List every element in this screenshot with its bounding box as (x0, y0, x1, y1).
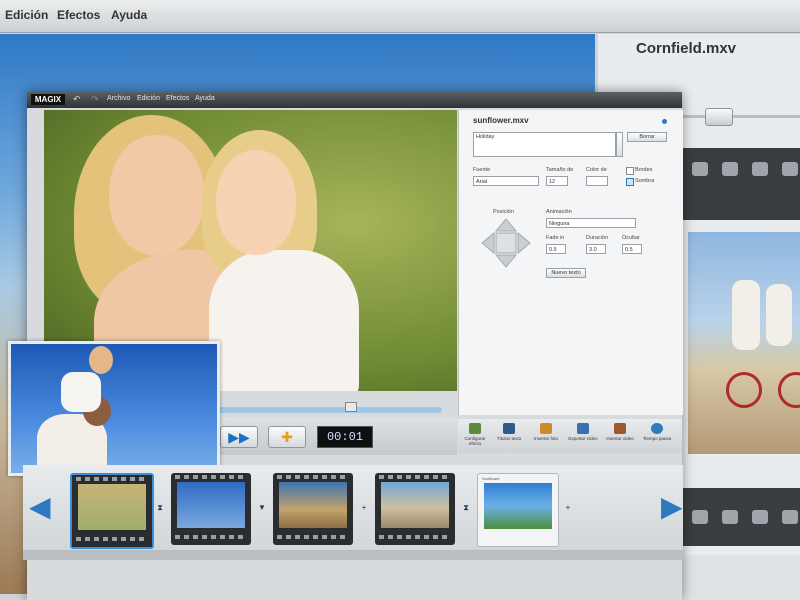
fast-forward-icon: ▶▶ (228, 429, 250, 445)
timeline-prev-arrow[interactable]: ◀ (29, 485, 51, 529)
title-editor-panel: sunflower.mxv Holiday Borrar Fuente Aria… (458, 110, 683, 415)
title-bar: MAGIX ↶ ↷ Archivo Edición Efectos Ayuda (27, 92, 682, 108)
timeline-clip-1[interactable] (70, 473, 154, 549)
magix-logo: MAGIX (31, 94, 65, 105)
background-filmstrip-bottom (680, 488, 800, 546)
timeline-strip: ◀ ⧗ ▼ + ⧗ Sunflower + ▶ (23, 465, 683, 560)
tool-insert-video[interactable]: Insertar vídeo (605, 423, 635, 441)
menu-edicion-main[interactable]: Edición (137, 95, 160, 102)
color-label: Color de (586, 167, 607, 173)
position-label: Posición (493, 209, 514, 215)
scissors-icon: ✚ (281, 429, 293, 445)
timeline-clip-2[interactable] (171, 473, 251, 545)
text-icon (503, 423, 515, 434)
cut-button[interactable]: ✚ (268, 426, 306, 448)
overlay-photo (8, 341, 220, 476)
font-label: Fuente (473, 167, 491, 173)
background-menubar: Edición Efectos Ayuda (0, 0, 800, 33)
fade-in-label: Fade in (546, 235, 565, 241)
tool-titles[interactable]: Títulos texto (494, 423, 524, 441)
border-label: Bordes (635, 167, 653, 173)
transition-icon-2[interactable]: ▼ (257, 503, 267, 513)
border-checkbox[interactable] (626, 167, 634, 175)
hide-input[interactable]: 0.5 (622, 244, 642, 254)
text-scroll-bar[interactable] (616, 132, 623, 157)
background-file-title: Cornfield.mxv (636, 40, 737, 57)
tool-row: Configurar efecto Títulos texto Insertar… (458, 419, 682, 453)
animation-select[interactable]: Ninguna (546, 218, 636, 228)
timeline-clip-5[interactable]: Sunflower (477, 473, 559, 547)
video-icon (614, 423, 626, 434)
duration-label: Duración (586, 235, 609, 241)
hide-label: Ocultar (622, 235, 640, 241)
playback-progress-knob[interactable] (345, 402, 357, 412)
shadow-label: Sombra (635, 178, 655, 184)
new-text-button[interactable]: Nuevo texto (546, 268, 586, 278)
transition-icon-3[interactable]: + (359, 503, 369, 513)
shadow-checkbox[interactable] (626, 178, 634, 186)
timeline-clip-4[interactable] (375, 473, 455, 545)
background-cyclists-photo (688, 232, 800, 454)
background-filmstrip-top (680, 148, 800, 220)
size-input[interactable]: 12 (546, 176, 568, 186)
font-select[interactable]: Arial (473, 176, 539, 186)
status-dot-icon (662, 119, 667, 124)
clock-icon (651, 423, 663, 434)
delete-button[interactable]: Borrar (627, 132, 667, 142)
animation-label: Animación (546, 209, 572, 215)
background-bottom-strip (680, 555, 800, 600)
fast-forward-button[interactable]: ▶▶ (220, 426, 258, 448)
tool-configure-effect[interactable]: Configurar efecto (460, 423, 490, 446)
title-text-input[interactable]: Holiday (473, 132, 616, 157)
timecode-display: 00:01 (317, 426, 373, 448)
menu-efectos[interactable]: Efectos (57, 8, 100, 22)
menu-ayuda[interactable]: Ayuda (111, 8, 147, 22)
effect-icon (469, 423, 481, 434)
export-icon (577, 423, 589, 434)
fade-in-input[interactable]: 0.5 (546, 244, 566, 254)
playback-progress-track[interactable] (210, 407, 442, 413)
size-label: Tamaño de (546, 167, 574, 173)
redo-icon[interactable]: ↷ (91, 94, 99, 105)
transition-icon-5[interactable]: + (563, 503, 573, 513)
timeline-clip-3[interactable] (273, 473, 353, 545)
color-picker[interactable] (586, 176, 608, 186)
tool-export-video[interactable]: Exportar vídeo (568, 423, 598, 441)
status-bar (23, 550, 683, 560)
panel-file-title: sunflower.mxv (473, 116, 529, 125)
tool-insert-photo[interactable]: Insertar foto (531, 423, 561, 441)
clip-5-label: Sunflower (482, 476, 500, 481)
menu-edicion[interactable]: Edición (5, 8, 48, 22)
photo-icon (540, 423, 552, 434)
undo-icon[interactable]: ↶ (73, 94, 81, 105)
transition-icon-1[interactable]: ⧗ (155, 503, 165, 513)
tool-pause-time[interactable]: Tiempo pausa (642, 423, 672, 441)
timeline-next-arrow[interactable]: ▶ (661, 485, 683, 529)
position-pad[interactable] (480, 217, 532, 269)
menu-ayuda-main[interactable]: Ayuda (195, 95, 215, 102)
menu-archivo[interactable]: Archivo (107, 95, 130, 102)
background-slider-knob[interactable] (705, 108, 733, 126)
transition-icon-4[interactable]: ⧗ (461, 503, 471, 513)
duration-input[interactable]: 3.0 (586, 244, 606, 254)
menu-efectos-main[interactable]: Efectos (166, 95, 189, 102)
